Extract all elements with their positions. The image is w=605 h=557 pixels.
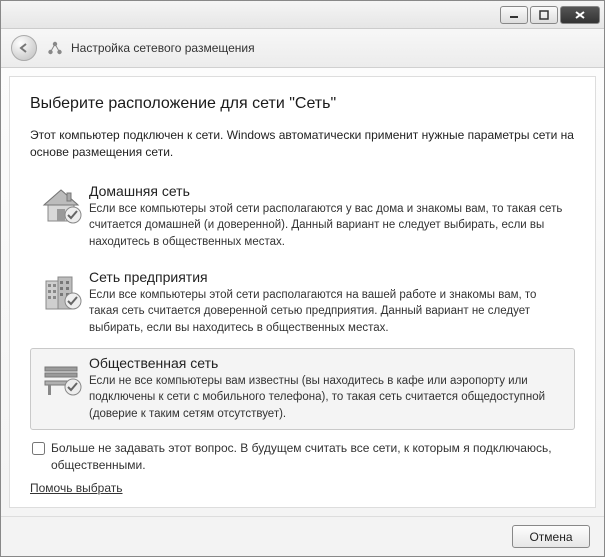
maximize-icon — [539, 10, 549, 20]
dialog-window: Настройка сетевого размещения Выберите р… — [0, 0, 605, 557]
titlebar — [1, 1, 604, 29]
building-icon — [37, 269, 85, 337]
header-title: Настройка сетевого размещения — [71, 41, 255, 55]
content-area: Выберите расположение для сети "Сеть" Эт… — [9, 76, 596, 508]
header: Настройка сетевого размещения — [1, 29, 604, 68]
minimize-icon — [509, 10, 519, 20]
back-button[interactable] — [11, 35, 37, 61]
close-button[interactable] — [560, 6, 600, 24]
network-icon — [47, 40, 63, 56]
option-home[interactable]: Домашняя сеть Если все компьютеры этой с… — [30, 176, 575, 258]
option-public-title: Общественная сеть — [89, 355, 568, 371]
option-work-title: Сеть предприятия — [89, 269, 568, 285]
option-home-title: Домашняя сеть — [89, 183, 568, 199]
footer: Отмена — [1, 516, 604, 556]
option-public-body: Общественная сеть Если не все компьютеры… — [85, 355, 568, 423]
minimize-button[interactable] — [500, 6, 528, 24]
dont-ask-label: Больше не задавать этот вопрос. В будуще… — [51, 440, 575, 474]
option-home-desc: Если все компьютеры этой сети располагаю… — [89, 201, 568, 251]
maximize-button[interactable] — [530, 6, 558, 24]
option-work-desc: Если все компьютеры этой сети располагаю… — [89, 287, 568, 337]
page-title: Выберите расположение для сети "Сеть" — [30, 95, 575, 113]
back-arrow-icon — [17, 41, 31, 55]
dont-ask-checkbox[interactable] — [32, 442, 45, 455]
cancel-button[interactable]: Отмена — [512, 525, 590, 548]
option-work-body: Сеть предприятия Если все компьютеры это… — [85, 269, 568, 337]
home-icon — [37, 183, 85, 251]
option-home-body: Домашняя сеть Если все компьютеры этой с… — [85, 183, 568, 251]
close-icon — [574, 10, 586, 20]
option-public-desc: Если не все компьютеры вам известны (вы … — [89, 373, 568, 423]
dont-ask-checkbox-row[interactable]: Больше не задавать этот вопрос. В будуще… — [30, 440, 575, 474]
help-link[interactable]: Помочь выбрать — [30, 481, 123, 495]
option-public[interactable]: Общественная сеть Если не все компьютеры… — [30, 348, 575, 430]
bench-icon — [37, 355, 85, 423]
option-work[interactable]: Сеть предприятия Если все компьютеры это… — [30, 262, 575, 344]
intro-text: Этот компьютер подключен к сети. Windows… — [30, 127, 575, 162]
